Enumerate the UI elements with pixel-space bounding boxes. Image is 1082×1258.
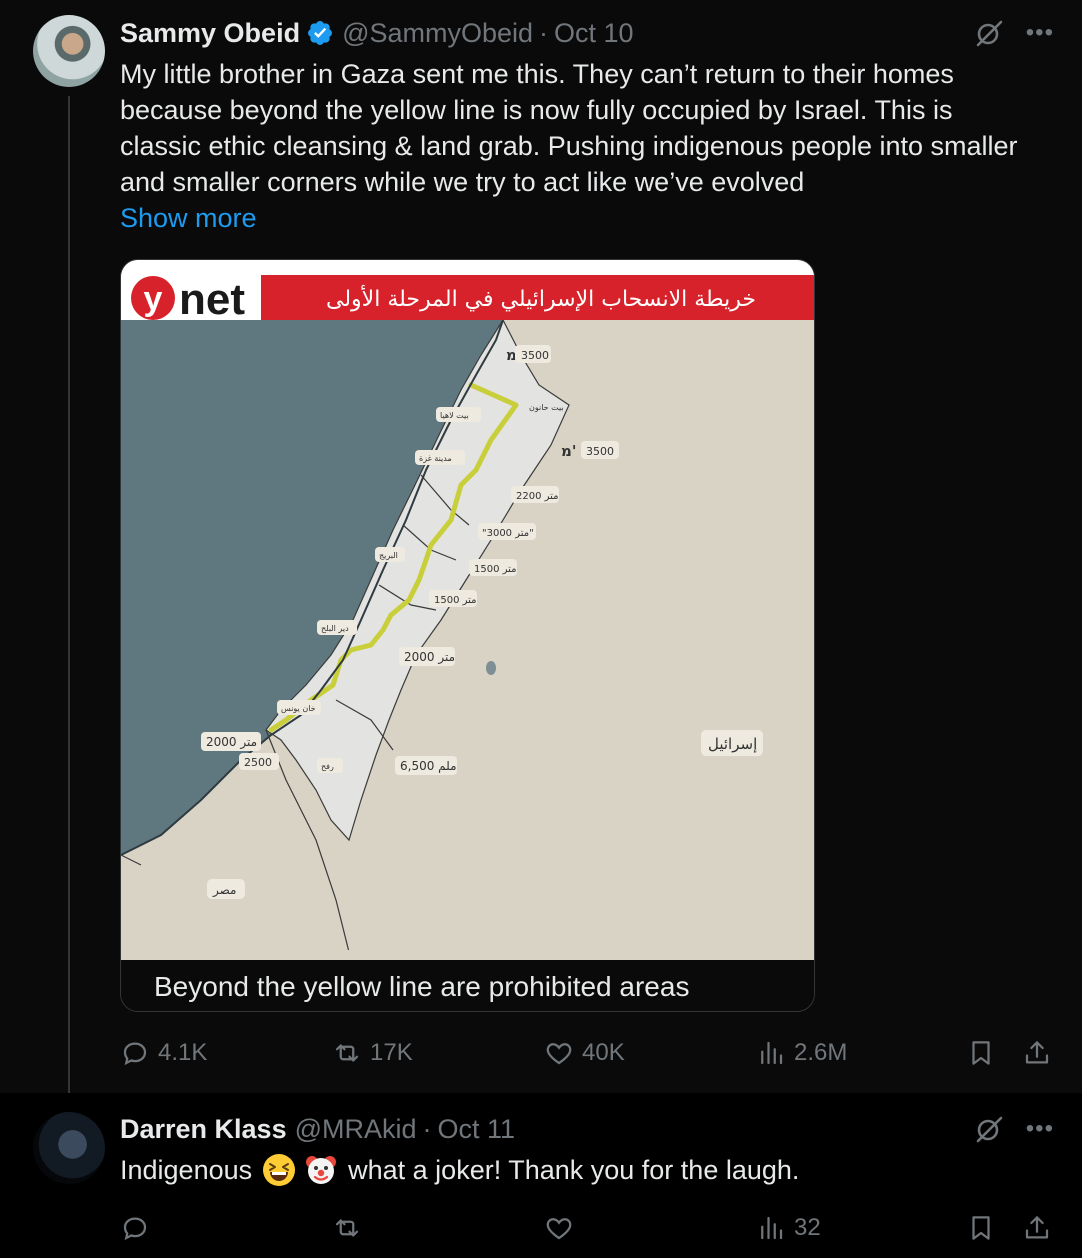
map-label-bureij: البريج [379,551,398,560]
map-label-2500: 2500 [244,756,272,769]
bookmark-button[interactable] [966,1208,996,1248]
grok-icon[interactable] [974,18,1004,48]
tweet-text-line: and smaller corners while we try to act … [120,167,805,197]
more-options-icon[interactable]: ••• [1026,18,1054,48]
views-button[interactable]: 32 [756,1208,821,1248]
reply-author-handle[interactable]: @MRAkid [295,1114,417,1145]
map-label-egypt: مصر [212,883,236,898]
tweet-text: My little brother in Gaza sent me this. … [120,56,1060,200]
show-more-link[interactable]: Show more [120,200,257,236]
map-label-3500-right: 3500 [586,445,614,458]
reply-header: Darren Klass @MRAkid · Oct 11 [120,1111,515,1147]
author-handle[interactable]: @SammyObeid [342,18,533,49]
map-label-khan-younis: خان يونس [281,704,316,713]
map-label-deir-balah: دير البلح [321,624,349,633]
ynet-logo-letter: y [144,280,163,318]
share-icon [1025,1216,1049,1239]
clown-face-icon [306,1156,337,1184]
map-label-2000-left: 2000 متر [206,735,257,750]
repost-icon [335,1219,359,1237]
reply-top-actions: ••• [974,1114,1054,1144]
separator-dot: · [539,17,549,48]
map-label-3500-top: 3500 [521,349,549,362]
share-button[interactable] [1022,1208,1052,1248]
repost-button[interactable]: 17K [332,1033,413,1073]
reply-count: 4.1K [158,1039,208,1066]
reply-author-name[interactable]: Darren Klass [120,1114,287,1145]
tweet-header: Sammy Obeid @SammyObeid · Oct 10 [120,15,634,51]
heart-icon [546,1043,572,1065]
reply-text: Indigenous what a joker! Thank you for t… [120,1151,799,1189]
view-count: 32 [794,1214,821,1241]
map-label-2000: 2000 متر [404,650,455,665]
reply-text-start: Indigenous [120,1155,253,1185]
media-caption: Beyond the yellow line are prohibited ar… [121,960,814,1011]
repost-button[interactable] [332,1208,362,1248]
bookmark-icon [972,1041,990,1065]
views-icon [761,1216,783,1240]
map-label-rafah: رفح [321,762,334,771]
tweet-text-line: My little brother in Gaza sent me this. … [120,59,954,89]
gaza-withdrawal-map[interactable]: y net خريطة الانسحاب الإسرائيلي في المرح… [121,260,815,960]
separator-dot: · [422,1113,432,1144]
like-button[interactable]: 40K [544,1033,625,1073]
map-label-israel: إسرائيل [708,735,757,753]
thread-line [68,96,70,1106]
tweet-action-bar: 4.1K 17K 40K 2.6M [120,1033,1060,1073]
map-label-3000: "3000 متر" [482,528,534,539]
tweet-top-actions: ••• [974,18,1054,48]
like-count: 40K [582,1039,625,1066]
reply-text-end: what a joker! Thank you for the laugh. [348,1155,800,1185]
main-tweet: Sammy Obeid @SammyObeid · Oct 10 ••• My … [0,0,1082,1106]
reply-action-bar: 32 [120,1208,1060,1248]
like-button[interactable] [544,1208,574,1248]
grok-icon[interactable] [974,1114,1004,1144]
map-label-beit-hanoun: بيت حانون [529,403,564,412]
tweet-text-line: because beyond the yellow line is now fu… [120,95,953,125]
grinning-squinting-face-icon [263,1154,296,1186]
reply-icon [123,1042,147,1066]
map-label-beit-lahia: بيت لاهيا [440,411,469,420]
reply-date[interactable]: Oct 11 [438,1114,516,1145]
share-button[interactable] [1022,1033,1052,1073]
reply-icon [123,1217,147,1241]
bookmark-button[interactable] [966,1033,996,1073]
view-count: 2.6M [794,1039,848,1066]
reply-author-avatar[interactable] [33,1112,105,1184]
reply-button[interactable] [120,1208,150,1248]
map-label-1500a: 1500 متر [474,564,517,575]
map-label-1500b: 1500 متر [434,595,477,606]
author-avatar[interactable] [33,15,105,87]
reply-button[interactable]: 4.1K [120,1033,207,1073]
map-label-gaza-city: مدينة غزة [419,454,452,463]
map-label-6500: 6,500 ملم [400,759,457,773]
views-button[interactable]: 2.6M [756,1033,847,1073]
author-name[interactable]: Sammy Obeid [120,18,300,49]
repost-icon [335,1044,359,1062]
ynet-logo-text: net [179,275,245,324]
bookmark-icon [972,1216,990,1240]
heart-icon [546,1218,572,1240]
share-icon [1025,1041,1049,1064]
media-card[interactable]: y net خريطة الانسحاب الإسرائيلي في المرح… [120,259,815,1012]
repost-count: 17K [370,1039,413,1066]
map-label-2200: 2200 متر [516,491,559,502]
map-label-mem-right: מ' [561,442,576,460]
views-icon [761,1041,783,1065]
more-options-icon[interactable]: ••• [1026,1114,1054,1144]
tweet-date[interactable]: Oct 10 [554,18,634,49]
tweet-text-line: classic ethic cleansing & land grab. Pus… [120,131,1018,161]
map-banner-title: خريطة الانسحاب الإسرائيلي في المرحلة الأ… [326,285,756,312]
verified-badge-icon [308,21,333,45]
